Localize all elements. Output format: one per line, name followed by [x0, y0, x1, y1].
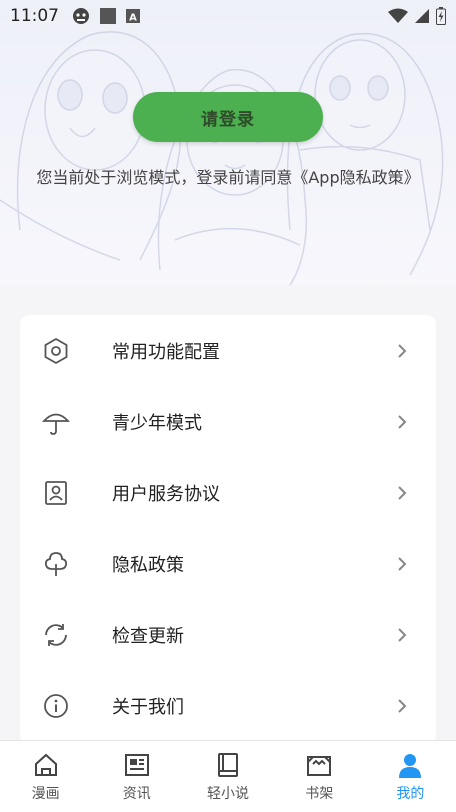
menu-item-label: 用户服务协议	[112, 483, 220, 505]
menu-item-teen-mode[interactable]: 青少年模式	[20, 386, 436, 457]
info-icon	[42, 692, 70, 720]
chevron-right-icon	[398, 414, 407, 429]
tab-label: 我的	[396, 785, 425, 802]
tab-label: 资讯	[122, 785, 151, 802]
menu-item-label: 检查更新	[112, 625, 184, 647]
tab-label: 轻小说	[207, 785, 249, 802]
game-icon	[73, 8, 89, 24]
menu-item-label: 青少年模式	[112, 412, 202, 434]
tab-label: 书架	[305, 785, 334, 802]
chevron-right-icon	[398, 698, 407, 713]
square-icon	[100, 8, 116, 24]
menu-item-label: 隐私政策	[112, 554, 184, 576]
book-icon	[218, 752, 238, 777]
news-icon	[124, 753, 149, 776]
chevron-right-icon	[398, 343, 407, 358]
tab-manga[interactable]: 漫画	[0, 741, 91, 812]
tab-news[interactable]: 资讯	[91, 741, 182, 812]
battery-charging-icon	[436, 7, 446, 25]
tab-mine[interactable]: 我的	[365, 741, 456, 812]
signal-icon	[415, 9, 429, 23]
chevron-right-icon	[398, 556, 407, 571]
tab-light-novel[interactable]: 轻小说	[182, 741, 273, 812]
notification-a-icon: A	[126, 9, 140, 24]
tab-label: 漫画	[31, 785, 60, 802]
menu-item-check-update[interactable]: 检查更新	[20, 599, 436, 670]
menu-item-about-us[interactable]: 关于我们	[20, 670, 436, 741]
settings-menu-card: 常用功能配置 青少年模式 用户服务协议 隐私政策 检查更新 关于我们	[20, 315, 436, 745]
menu-item-label: 常用功能配置	[112, 341, 220, 363]
menu-item-label: 关于我们	[112, 696, 184, 718]
bottom-nav: 漫画 资讯 轻小说 书架 我的	[0, 740, 456, 812]
home-icon	[34, 753, 57, 776]
status-bar: 11:07 A	[0, 0, 456, 32]
browse-mode-notice[interactable]: 您当前处于浏览模式，登录前请同意《App隐私政策》	[0, 164, 456, 188]
profile-icon	[399, 753, 422, 778]
login-button[interactable]: 请登录	[133, 92, 323, 142]
svg-text:A: A	[129, 13, 137, 24]
user-card-icon	[42, 479, 70, 507]
refresh-icon	[42, 621, 70, 649]
hexagon-settings-icon	[42, 337, 70, 365]
bookshelf-icon	[307, 755, 332, 776]
umbrella-icon	[42, 408, 70, 436]
wifi-icon	[388, 8, 408, 23]
menu-item-privacy-policy[interactable]: 隐私政策	[20, 528, 436, 599]
chevron-right-icon	[398, 627, 407, 642]
menu-item-user-agreement[interactable]: 用户服务协议	[20, 457, 436, 528]
anime-illustration	[0, 31, 444, 285]
status-time: 11:07	[10, 6, 59, 26]
profile-header: 请登录 您当前处于浏览模式，登录前请同意《App隐私政策》	[0, 0, 456, 285]
chevron-right-icon	[398, 485, 407, 500]
tab-bookshelf[interactable]: 书架	[274, 741, 365, 812]
tree-icon	[42, 550, 70, 578]
menu-item-common-features[interactable]: 常用功能配置	[20, 315, 436, 386]
